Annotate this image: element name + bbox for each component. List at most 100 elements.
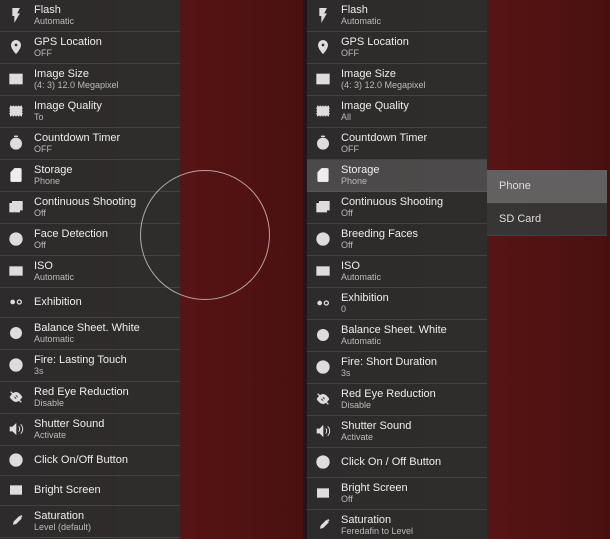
setting-label: Exhibition — [34, 296, 82, 308]
setting-sd[interactable]: StoragePhone — [0, 160, 180, 192]
setting-label: Image Size — [341, 68, 426, 80]
setting-power[interactable]: Click On / Off Button — [307, 448, 487, 478]
setting-bright[interactable]: Bright Screen — [0, 476, 180, 506]
setting-dots[interactable]: Image QualityTo — [0, 96, 180, 128]
setting-label: Flash — [341, 4, 381, 16]
storage-popup[interactable]: PhoneSD Card — [487, 170, 607, 236]
setting-sd[interactable]: StoragePhone — [307, 160, 487, 192]
setting-value: Off — [341, 495, 408, 505]
setting-label: Continuous Shooting — [341, 196, 443, 208]
setting-value: Automatic — [34, 335, 140, 345]
setting-flash[interactable]: FlashAutomatic — [0, 0, 180, 32]
iso-icon — [313, 261, 333, 281]
face-icon — [6, 229, 26, 249]
setting-dropper[interactable]: SaturationLevel (default) — [0, 506, 180, 538]
popup-option[interactable]: SD Card — [487, 203, 607, 236]
setting-expo[interactable]: Exhibition — [0, 288, 180, 318]
setting-sound[interactable]: Shutter SoundActivate — [307, 416, 487, 448]
setting-power[interactable]: Click On/Off Button — [0, 446, 180, 476]
setting-value: Activate — [341, 433, 411, 443]
setting-label: Balance Sheet. White — [34, 322, 140, 334]
setting-label: Breeding Faces — [341, 228, 418, 240]
setting-clock[interactable]: Fire: Lasting Touch3s — [0, 350, 180, 382]
setting-eye[interactable]: Red Eye ReductionDisable — [307, 384, 487, 416]
sound-icon — [313, 421, 333, 441]
setting-iso[interactable]: ISOAutomatic — [0, 256, 180, 288]
setting-value: All — [341, 113, 409, 123]
wb-icon — [6, 323, 26, 343]
setting-clock[interactable]: Fire: Short Duration3s — [307, 352, 487, 384]
settings-menu-left[interactable]: FlashAutomaticGPS LocationOFFImage Size(… — [0, 0, 180, 539]
setting-label: ISO — [34, 260, 74, 272]
setting-stack[interactable]: Continuous ShootingOff — [307, 192, 487, 224]
setting-label: Balance Sheet. White — [341, 324, 447, 336]
setting-face[interactable]: Face DetectionOff — [0, 224, 180, 256]
setting-value: Automatic — [34, 273, 74, 283]
settings-menu-right[interactable]: FlashAutomaticGPS LocationOFFImage Size(… — [307, 0, 487, 539]
setting-value: Level (default) — [34, 523, 91, 533]
setting-label: Continuous Shooting — [34, 196, 136, 208]
eye-icon — [6, 387, 26, 407]
dots-icon — [313, 101, 333, 121]
setting-label: Face Detection — [34, 228, 108, 240]
setting-value: (4: 3) 12.0 Megapixel — [341, 81, 426, 91]
frame-icon — [6, 69, 26, 89]
popup-option[interactable]: Phone — [487, 170, 607, 203]
setting-label: ISO — [341, 260, 381, 272]
setting-expo[interactable]: Exhibition0 — [307, 288, 487, 320]
stack-icon — [313, 197, 333, 217]
setting-label: Countdown Timer — [341, 132, 427, 144]
wb-icon — [313, 325, 333, 345]
setting-value: Automatic — [341, 337, 447, 347]
setting-value: 3s — [34, 367, 127, 377]
setting-pin[interactable]: GPS LocationOFF — [307, 32, 487, 64]
setting-label: GPS Location — [341, 36, 409, 48]
expo-icon — [6, 292, 26, 312]
setting-label: Image Quality — [34, 100, 102, 112]
setting-value: OFF — [34, 145, 120, 155]
setting-label: Exhibition — [341, 292, 389, 304]
setting-flash[interactable]: FlashAutomatic — [307, 0, 487, 32]
setting-iso[interactable]: ISOAutomatic — [307, 256, 487, 288]
setting-frame[interactable]: Image Size(4: 3) 12.0 Megapixel — [307, 64, 487, 96]
setting-face[interactable]: Breeding FacesOff — [307, 224, 487, 256]
flash-icon — [313, 5, 333, 25]
setting-sound[interactable]: Shutter SoundActivate — [0, 414, 180, 446]
setting-value: 0 — [341, 305, 389, 315]
dropper-icon — [313, 515, 333, 535]
setting-label: Click On/Off Button — [34, 454, 128, 466]
setting-label: Image Size — [34, 68, 119, 80]
setting-value: Off — [341, 241, 418, 251]
setting-label: Saturation — [34, 510, 91, 522]
setting-pin[interactable]: GPS LocationOFF — [0, 32, 180, 64]
setting-value: Disable — [34, 399, 129, 409]
power-icon — [313, 452, 333, 472]
setting-bright[interactable]: Bright ScreenOff — [307, 478, 487, 510]
stack-icon — [6, 197, 26, 217]
setting-label: Storage — [34, 164, 73, 176]
setting-timer[interactable]: Countdown TimerOFF — [0, 128, 180, 160]
setting-label: Shutter Sound — [341, 420, 411, 432]
sound-icon — [6, 419, 26, 439]
setting-timer[interactable]: Countdown TimerOFF — [307, 128, 487, 160]
face-icon — [313, 229, 333, 249]
setting-label: Fire: Short Duration — [341, 356, 437, 368]
setting-wb[interactable]: Balance Sheet. WhiteAutomatic — [0, 318, 180, 350]
setting-frame[interactable]: Image Size(4: 3) 12.0 Megapixel — [0, 64, 180, 96]
sd-icon — [313, 165, 333, 185]
setting-value: Off — [34, 241, 108, 251]
setting-value: Feredafin to Level — [341, 527, 413, 537]
setting-value: Off — [34, 209, 136, 219]
setting-value: Off — [341, 209, 443, 219]
expo-icon — [313, 293, 333, 313]
power-icon — [6, 450, 26, 470]
setting-eye[interactable]: Red Eye ReductionDisable — [0, 382, 180, 414]
setting-dots[interactable]: Image QualityAll — [307, 96, 487, 128]
setting-stack[interactable]: Continuous ShootingOff — [0, 192, 180, 224]
setting-dropper[interactable]: SaturationFeredafin to Level — [307, 510, 487, 539]
setting-wb[interactable]: Balance Sheet. WhiteAutomatic — [307, 320, 487, 352]
setting-value: OFF — [341, 145, 427, 155]
setting-value: Activate — [34, 431, 104, 441]
setting-label: GPS Location — [34, 36, 102, 48]
clock-icon — [6, 355, 26, 375]
